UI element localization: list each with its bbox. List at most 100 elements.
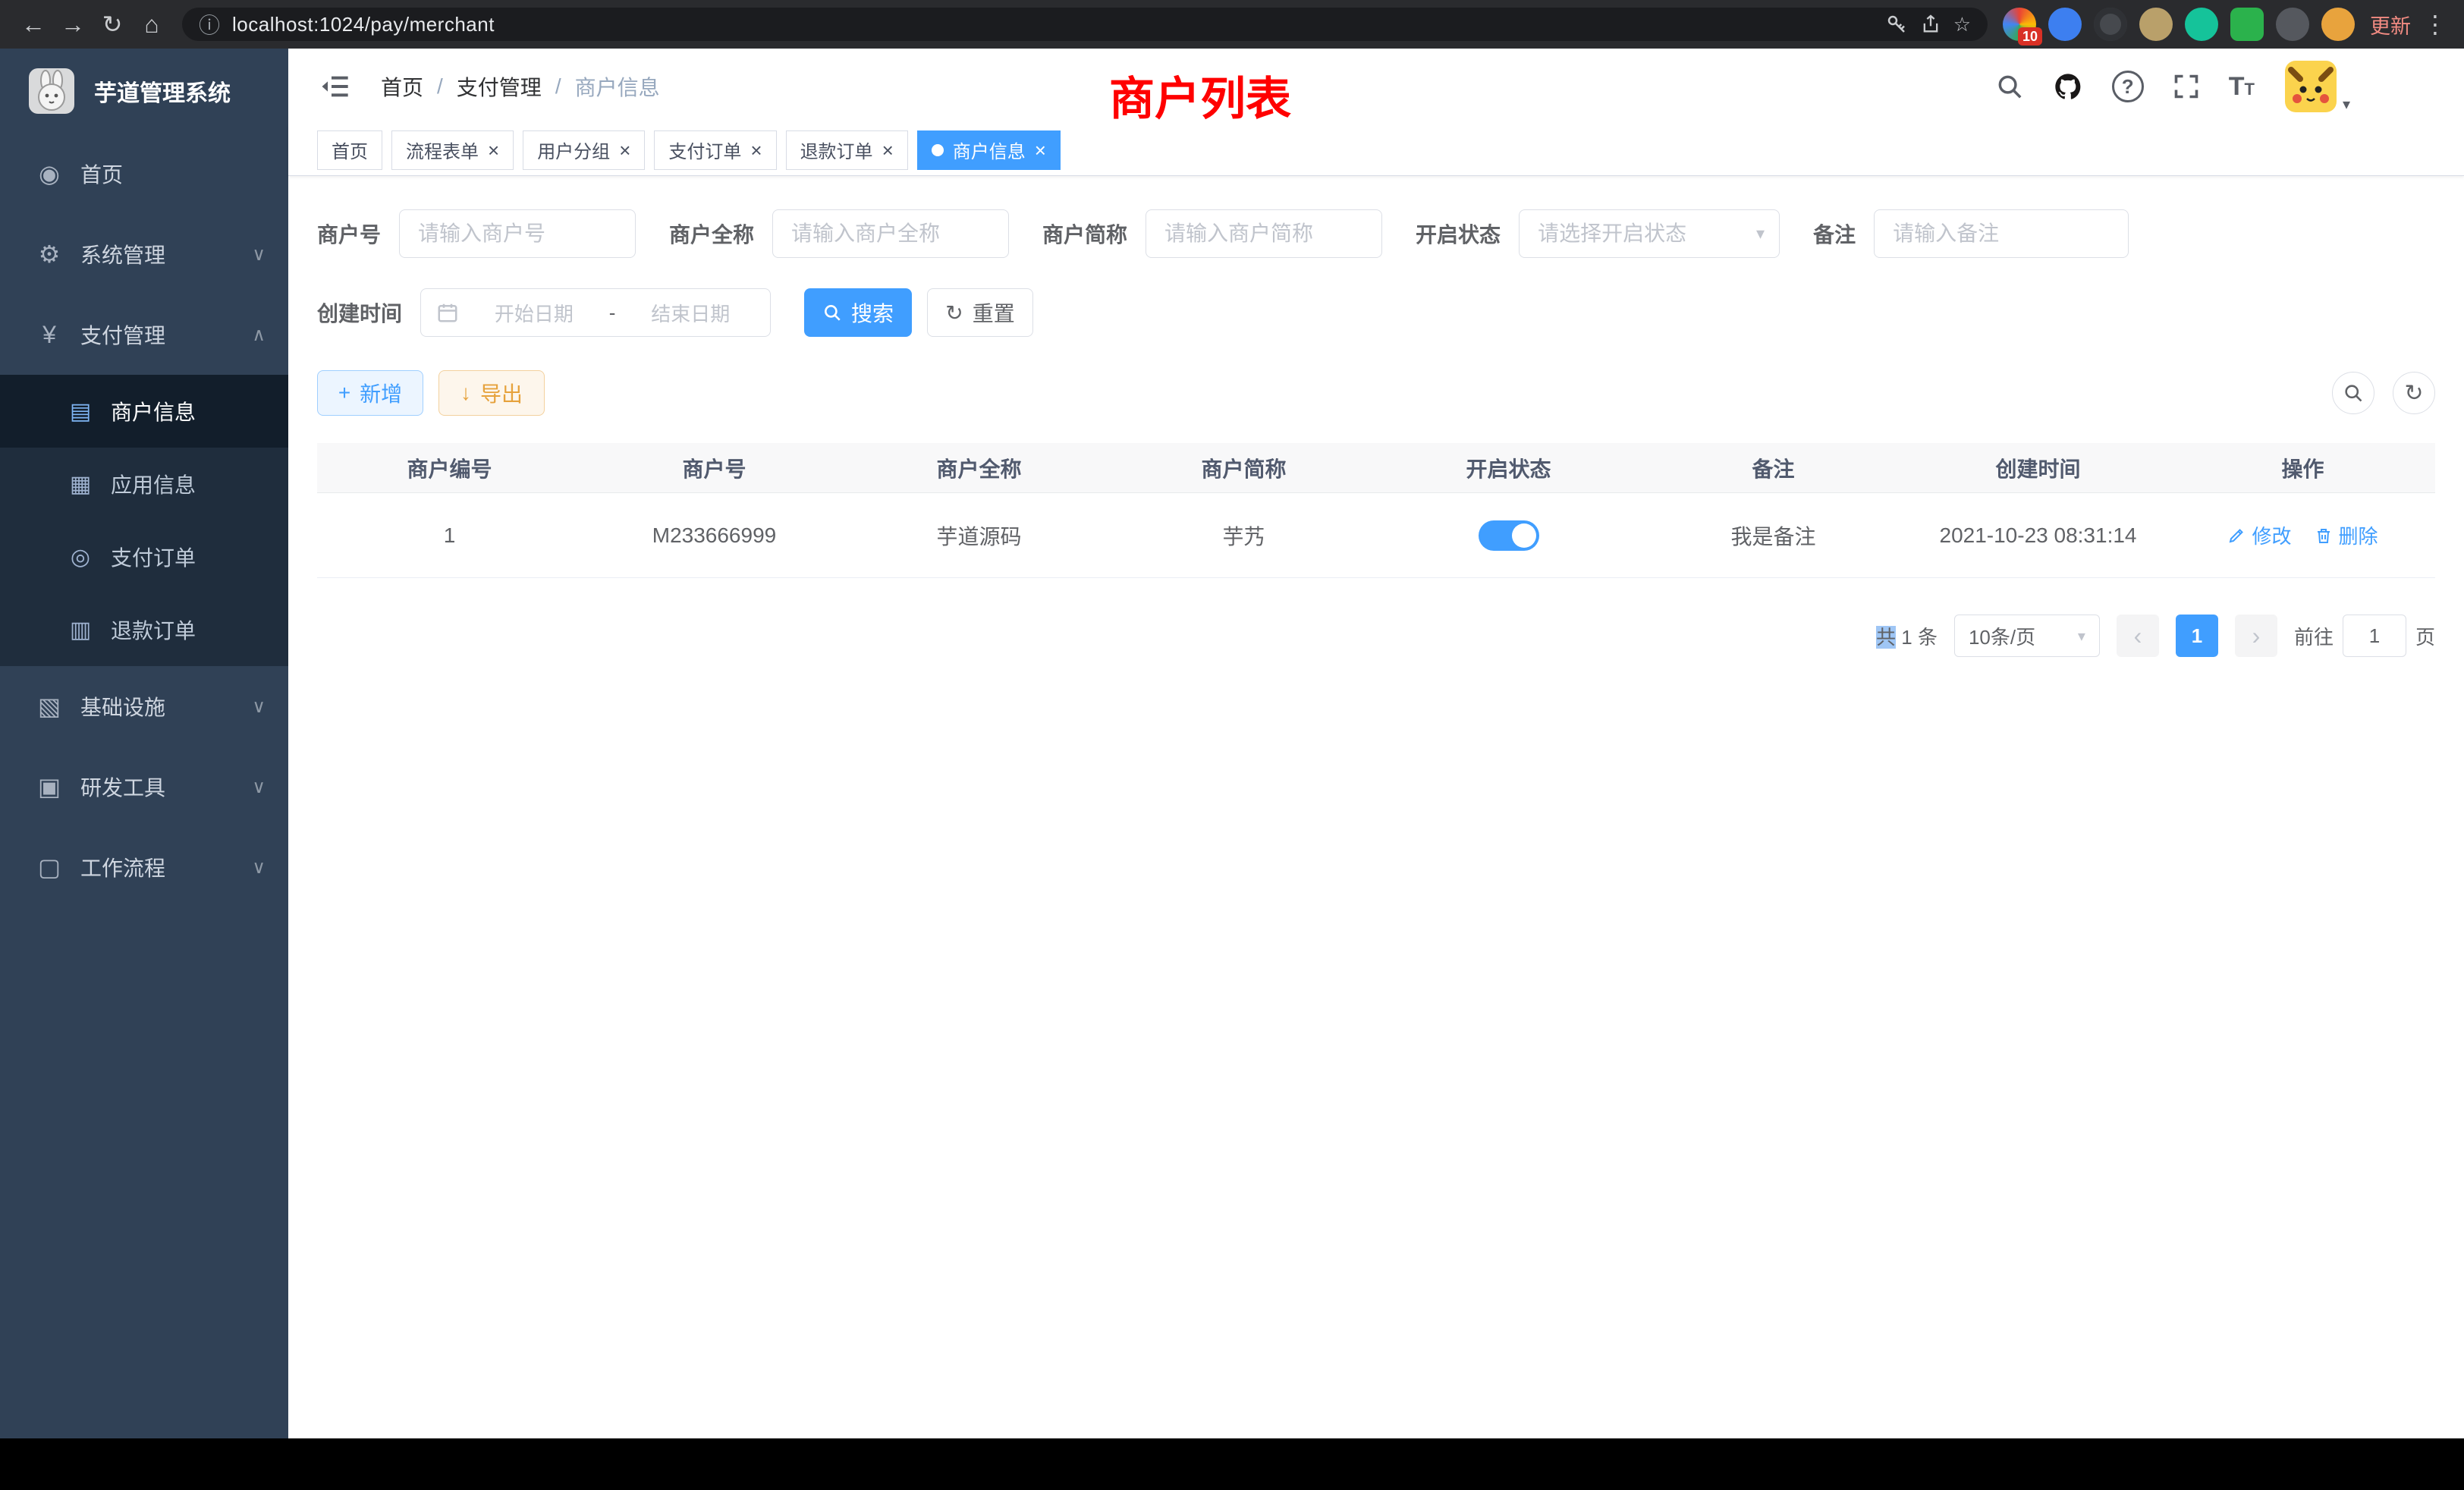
sidebar-item-app-info[interactable]: ▦ 应用信息	[0, 448, 288, 520]
yen-icon: ¥	[32, 321, 67, 349]
target-icon: ◎	[64, 544, 97, 571]
page-size-select[interactable]: 10条/页 ▾	[1954, 615, 2100, 657]
sidebar-item-dev-tools[interactable]: ▣ 研发工具 ∨	[0, 747, 288, 827]
show-search-button[interactable]	[2332, 372, 2374, 414]
site-info-icon[interactable]: ⓘ	[199, 9, 220, 39]
export-button[interactable]: ↓ 导出	[438, 370, 545, 416]
sidebar-fold-icon[interactable]	[319, 70, 352, 103]
sidebar-item-refund-orders[interactable]: ▥ 退款订单	[0, 593, 288, 666]
browser-reload-button[interactable]: ↻	[93, 5, 132, 44]
cell-merchant-index: 1	[317, 493, 582, 577]
chevron-down-icon: ∨	[252, 244, 266, 266]
add-button[interactable]: + 新增	[317, 370, 423, 416]
next-page-button[interactable]: ›	[2235, 615, 2277, 657]
start-date-placeholder: 开始日期	[470, 299, 599, 327]
merchant-no-input[interactable]	[399, 209, 636, 258]
remark-input[interactable]	[1874, 209, 2129, 258]
merchant-shortname-input[interactable]	[1146, 209, 1382, 258]
tab-process-form[interactable]: 流程表单 ×	[391, 130, 514, 170]
breadcrumb-payment[interactable]: 支付管理	[457, 71, 542, 102]
status-toggle[interactable]	[1479, 520, 1539, 551]
extension-gray-icon[interactable]	[2276, 8, 2309, 41]
date-range-picker[interactable]: 开始日期 - 结束日期	[420, 288, 771, 337]
close-icon[interactable]: ×	[882, 140, 894, 160]
active-dot	[932, 144, 944, 156]
document-icon: ▥	[64, 617, 97, 643]
goto-page-input[interactable]	[2343, 615, 2406, 657]
search-icon	[2343, 382, 2364, 404]
sidebar-item-label: 应用信息	[111, 469, 196, 499]
close-icon[interactable]: ×	[488, 140, 499, 160]
sidebar-item-home[interactable]: ◉ 首页	[0, 134, 288, 214]
close-icon[interactable]: ×	[1035, 140, 1046, 160]
col-merchant-no: 商户号	[582, 443, 847, 492]
search-form: 商户号 商户全称 商户简称 开启状态 ▾	[288, 176, 2464, 337]
app-shell: 芋道管理系统 ◉ 首页 ⚙ 系统管理 ∨ ¥ 支付管理 ∧ ▤ 商户信息 ▦ 应…	[0, 49, 2464, 1438]
sidebar-item-infrastructure[interactable]: ▧ 基础设施 ∨	[0, 666, 288, 747]
tab-user-group[interactable]: 用户分组 ×	[523, 130, 645, 170]
gear-icon: ⚙	[32, 240, 67, 269]
table-row: 1 M233666999 芋道源码 芋艿 我是备注 2021-10-23 08:…	[317, 493, 2435, 578]
browser-back-button[interactable]: ←	[14, 5, 53, 44]
edit-link[interactable]: 修改	[2227, 521, 2291, 549]
chrome-update-button[interactable]: 更新	[2370, 10, 2411, 39]
tab-pay-orders[interactable]: 支付订单 ×	[654, 130, 776, 170]
chevron-down-icon: ▾	[2343, 95, 2350, 114]
cell-short-name: 芋艿	[1111, 493, 1376, 577]
extension-blue-icon[interactable]	[2048, 8, 2082, 41]
tab-merchant-info[interactable]: 商户信息 ×	[917, 130, 1061, 170]
status-select[interactable]	[1519, 209, 1780, 258]
sidebar-item-label: 支付管理	[80, 319, 165, 350]
col-actions: 操作	[2170, 443, 2435, 492]
extension-emoji-icon[interactable]	[2321, 8, 2355, 41]
font-size-icon[interactable]: TT	[2229, 72, 2255, 102]
address-bar[interactable]: ⓘ localhost:1024/pay/merchant ☆	[182, 8, 1988, 41]
prev-page-button[interactable]: ‹	[2117, 615, 2159, 657]
help-icon[interactable]: ?	[2112, 71, 2144, 102]
password-key-icon[interactable]	[1885, 13, 1908, 36]
cell-full-name: 芋道源码	[847, 493, 1111, 577]
breadcrumb-current: 商户信息	[575, 71, 660, 102]
sidebar-item-system[interactable]: ⚙ 系统管理 ∨	[0, 214, 288, 294]
github-icon[interactable]	[2053, 71, 2083, 102]
close-icon[interactable]: ×	[750, 140, 762, 160]
sidebar-item-workflow[interactable]: ▢ 工作流程 ∨	[0, 827, 288, 907]
close-icon[interactable]: ×	[619, 140, 630, 160]
breadcrumb-home[interactable]: 首页	[381, 71, 423, 102]
extension-pinwheel-icon[interactable]: 10	[2003, 8, 2036, 41]
browser-forward-button[interactable]: →	[53, 5, 93, 44]
sidebar-item-label: 工作流程	[80, 852, 165, 882]
refresh-button[interactable]: ↻	[2393, 372, 2435, 414]
user-avatar[interactable]: ▾	[2283, 59, 2350, 114]
browser-toolbar: ← → ↻ ⌂ ⓘ localhost:1024/pay/merchant ☆ …	[0, 0, 2464, 49]
cell-merchant-no: M233666999	[582, 493, 847, 577]
sidebar-item-pay-orders[interactable]: ◎ 支付订单	[0, 520, 288, 593]
extension-avatar-icon[interactable]	[2139, 8, 2173, 41]
search-icon[interactable]	[1995, 72, 2024, 101]
table-toolbar: + 新增 ↓ 导出 ↻	[288, 370, 2464, 416]
browser-home-button[interactable]: ⌂	[132, 5, 171, 44]
chevron-up-icon: ∧	[252, 324, 266, 346]
tab-refund-orders[interactable]: 退款订单 ×	[786, 130, 908, 170]
sidebar-item-payment[interactable]: ¥ 支付管理 ∧	[0, 294, 288, 375]
goto-prefix: 前往	[2294, 622, 2334, 650]
bookmark-star-icon[interactable]: ☆	[1953, 13, 1971, 36]
share-icon[interactable]	[1920, 14, 1941, 35]
sidebar-item-merchant-info[interactable]: ▤ 商户信息	[0, 375, 288, 448]
extension-green-circle-icon[interactable]	[2185, 8, 2218, 41]
merchant-fullname-input[interactable]	[772, 209, 1009, 258]
monitor-icon: ▧	[32, 692, 67, 721]
create-time-label: 创建时间	[317, 297, 402, 328]
extension-dark-ring-icon[interactable]	[2094, 8, 2127, 41]
search-button[interactable]: 搜索	[804, 288, 912, 337]
goto-suffix: 页	[2415, 622, 2435, 650]
extension-green-square-icon[interactable]	[2230, 8, 2264, 41]
page-1-button[interactable]: 1	[2176, 615, 2218, 657]
fullscreen-icon[interactable]	[2173, 73, 2200, 100]
sidebar-logo[interactable]: 芋道管理系统	[0, 49, 288, 134]
tab-home[interactable]: 首页	[317, 130, 382, 170]
delete-link[interactable]: 删除	[2315, 521, 2378, 549]
browser-menu-icon[interactable]: ⋮	[2423, 10, 2447, 39]
dashboard-icon: ◉	[32, 159, 67, 188]
reset-button[interactable]: ↻ 重置	[927, 288, 1033, 337]
